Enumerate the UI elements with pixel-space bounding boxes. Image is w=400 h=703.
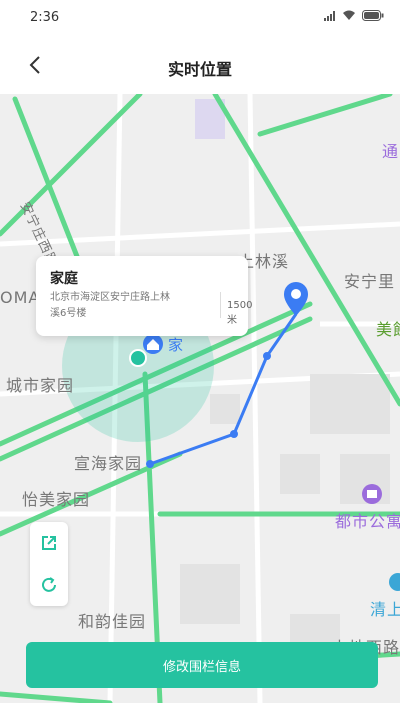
refresh-icon — [42, 577, 56, 592]
map-view[interactable]: OMA 上林溪 安宁里 美館 通 城市家园 宣海家园 怡美家园 和韵佳园 都市公… — [0, 94, 400, 703]
map-label-heyun: 和韵佳园 — [78, 612, 147, 631]
info-card[interactable]: 家庭 北京市海淀区安宁庄路上林溪6号楼 1500米 — [36, 256, 252, 336]
status-time: 2:36 — [30, 10, 60, 25]
signal-icon — [324, 10, 335, 21]
status-bar: 2:36 — [0, 0, 400, 36]
refresh-button[interactable] — [30, 566, 68, 604]
map-label-xuanhai: 宣海家园 — [74, 454, 143, 473]
card-divider — [220, 292, 221, 318]
card-address: 北京市海淀区安宁庄路上林溪6号楼 — [50, 292, 170, 319]
status-icons — [324, 10, 384, 21]
map-label-chengshi: 城市家园 — [6, 376, 75, 395]
expand-button[interactable] — [30, 524, 68, 562]
location-pin-icon — [284, 282, 308, 316]
map-label-tong: 通 — [382, 142, 400, 161]
wifi-icon — [343, 10, 355, 20]
card-title: 家庭 — [50, 271, 78, 287]
map-canvas — [0, 94, 400, 703]
map-label-anning: 安宁里 — [344, 272, 396, 291]
map-label-qingshang: 清上 — [370, 600, 400, 619]
expand-icon — [42, 536, 56, 550]
map-tool-panel — [30, 522, 68, 606]
battery-icon — [362, 10, 384, 21]
map-label-oma: OMA — [0, 288, 41, 307]
map-label-meiyu: 美館 — [376, 320, 400, 339]
map-label-dushi: 都市公寓 — [335, 512, 400, 531]
home-marker-icon — [143, 334, 163, 354]
page-title: 实时位置 — [167, 60, 232, 79]
nav-bar: 实时位置 — [0, 36, 400, 94]
map-label-yimei: 怡美家园 — [22, 490, 91, 509]
building-poi-icon — [362, 484, 382, 504]
park-poi-icon — [389, 573, 400, 591]
map-label-home: 家 — [168, 336, 185, 354]
card-distance: 1500米 — [227, 300, 253, 326]
edit-fence-button[interactable]: 修改围栏信息 — [26, 642, 378, 688]
